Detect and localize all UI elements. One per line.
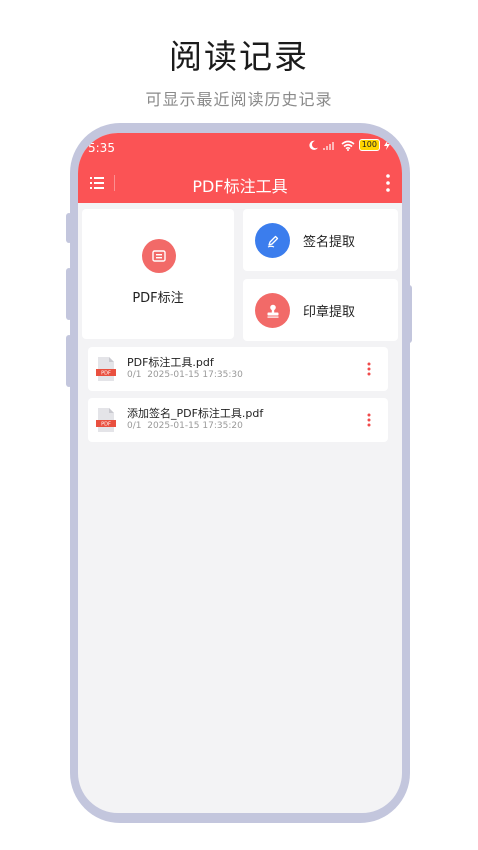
pdf-annotate-card[interactable]: PDF标注 [82,209,234,339]
charging-icon [384,140,390,150]
signature-extract-card[interactable]: 签名提取 [243,209,398,271]
file-list-item[interactable]: PDF 添加签名_PDF标注工具.pdf 0/1 2025-01-15 17:3… [88,398,388,442]
stamp-icon [267,304,278,318]
phone-screen: 5:35 100 PDF标注工具 PDF标注 签名提取 印章提取 PDF PDF… [78,133,402,813]
file-meta: 0/1 2025-01-15 17:35:20 [127,421,243,431]
status-bar: 5:35 100 [78,133,402,163]
status-icons: 100 [308,139,390,151]
pdf-file-icon: PDF [96,357,116,381]
file-name: PDF标注工具.pdf [127,356,214,369]
document-icon [152,250,166,262]
svg-text:PDF: PDF [101,371,111,377]
pdf-annotate-icon-circle [142,239,176,273]
app-bar: PDF标注工具 [78,163,402,203]
pen-icon [267,235,278,248]
stamp-icon-circle [255,293,290,328]
battery-indicator: 100 [358,139,380,151]
more-vert-icon[interactable] [384,172,392,194]
signature-icon-circle [255,223,290,258]
stamp-extract-label: 印章提取 [303,305,356,320]
file-more-icon[interactable] [366,361,372,377]
file-timestamp: 2025-01-15 17:35:20 [147,421,243,431]
status-time: 5:35 [88,141,115,155]
file-name: 添加签名_PDF标注工具.pdf [127,407,264,420]
signal-icon [322,142,334,150]
phone-frame: 5:35 100 PDF标注工具 PDF标注 签名提取 印章提取 PDF PDF… [70,123,410,823]
svg-text:PDF: PDF [101,422,111,428]
pdf-file-icon: PDF [96,408,116,432]
signature-extract-label: 签名提取 [303,235,356,250]
promo-title: 阅读记录 [169,37,309,76]
file-page-progress: 0/1 [127,421,142,431]
promo-subtitle: 可显示最近阅读历史记录 [145,90,333,109]
app-title: PDF标注工具 [192,177,288,196]
stamp-extract-card[interactable]: 印章提取 [243,279,398,341]
file-more-icon[interactable] [366,412,372,428]
file-list-item[interactable]: PDF PDF标注工具.pdf 0/1 2025-01-15 17:35:30 [88,347,388,391]
file-timestamp: 2025-01-15 17:35:30 [147,370,243,380]
wifi-icon [341,140,355,151]
file-page-progress: 0/1 [127,370,142,380]
file-meta: 0/1 2025-01-15 17:35:30 [127,370,243,380]
pdf-annotate-label: PDF标注 [132,291,184,306]
moon-icon [309,140,318,150]
